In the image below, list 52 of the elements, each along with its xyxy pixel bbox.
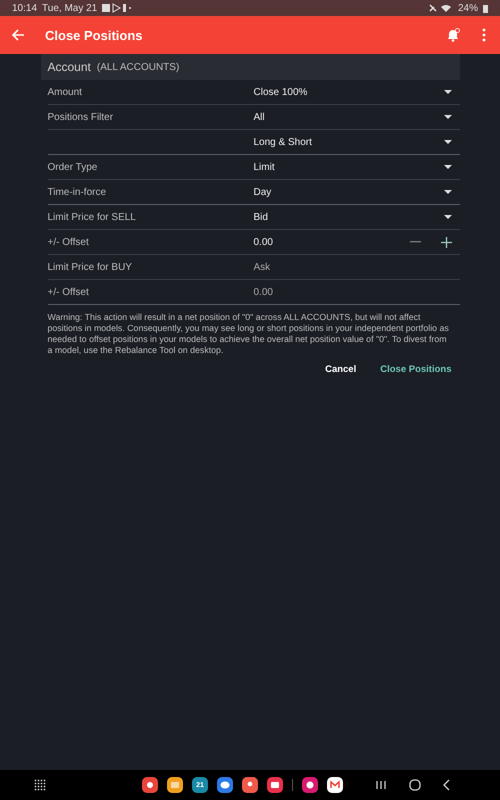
- caret-icon: [444, 215, 452, 219]
- caret-icon: [444, 140, 452, 144]
- account-value: (ALL ACCOUNTS): [96, 62, 180, 72]
- field-label: Limit Price for BUY: [48, 262, 133, 272]
- folder-app-icon[interactable]: [167, 777, 183, 793]
- field-label: +/- Offset: [48, 286, 90, 298]
- recent-apps-icon[interactable]: [375, 780, 387, 790]
- field-label: Time-in-force: [48, 186, 108, 198]
- dock-divider: [292, 779, 293, 791]
- flower-app-icon[interactable]: [302, 777, 318, 793]
- more-icon[interactable]: [482, 28, 486, 42]
- dropdown[interactable]: Long & Short: [254, 136, 460, 148]
- field-label: Limit Price for SELL: [48, 212, 137, 222]
- caret-icon: [444, 190, 452, 194]
- field-label: Order Type: [48, 162, 98, 172]
- plus-icon[interactable]: [440, 236, 452, 248]
- camera-app-icon[interactable]: [267, 777, 283, 793]
- account-label: Account: [48, 60, 91, 74]
- status-time: 10:14: [12, 2, 38, 14]
- dropdown[interactable]: Bid: [254, 212, 460, 222]
- contact-app-icon[interactable]: [242, 777, 258, 793]
- chat-app-icon[interactable]: [217, 777, 233, 793]
- field-value: 0.00: [254, 286, 274, 298]
- apps-grid-icon[interactable]: [34, 779, 46, 791]
- warning-text: Warning: This action will result in a net position of "0" across ALL ACCOUNTS, but will not affect positions in models. Consequently, you may see long or short positions in your independent portfolio as needed to offset positions in your models to achieve the overall net position value of "0". To divest from a model, use the Rebalance Tool on desktop.: [48, 312, 450, 356]
- browser-app-icon[interactable]: [142, 777, 158, 793]
- status-icons: [428, 3, 453, 13]
- caret-icon: [444, 90, 452, 94]
- back-arrow-icon[interactable]: [11, 29, 25, 41]
- dropdown[interactable]: All: [254, 112, 460, 122]
- screen-title: Close Positions: [45, 28, 143, 42]
- cancel-button[interactable]: Cancel: [323, 362, 358, 377]
- close-positions-button[interactable]: Close Positions: [378, 362, 454, 377]
- minus-icon[interactable]: [410, 241, 420, 243]
- dropdown[interactable]: Limit: [254, 162, 460, 172]
- dropdown[interactable]: Day: [254, 186, 460, 198]
- battery-icon: [483, 4, 488, 12]
- field-value: Ask: [254, 262, 272, 272]
- caret-icon: [444, 165, 452, 169]
- offset-value[interactable]: 0.00: [254, 236, 394, 248]
- status-date: Tue, May 21: [42, 2, 98, 14]
- notification-icons: [102, 3, 132, 13]
- field-label: Amount: [48, 86, 83, 98]
- back-icon[interactable]: [443, 779, 450, 791]
- field-label: Positions Filter: [48, 112, 114, 122]
- battery-percent: 24%: [458, 2, 478, 14]
- dropdown[interactable]: Close 100%: [254, 86, 460, 98]
- home-icon[interactable]: [409, 779, 421, 791]
- mail-app-icon[interactable]: [327, 777, 343, 793]
- bell-icon[interactable]: [446, 28, 460, 42]
- field-label: +/- Offset: [48, 236, 90, 248]
- caret-icon: [444, 115, 452, 119]
